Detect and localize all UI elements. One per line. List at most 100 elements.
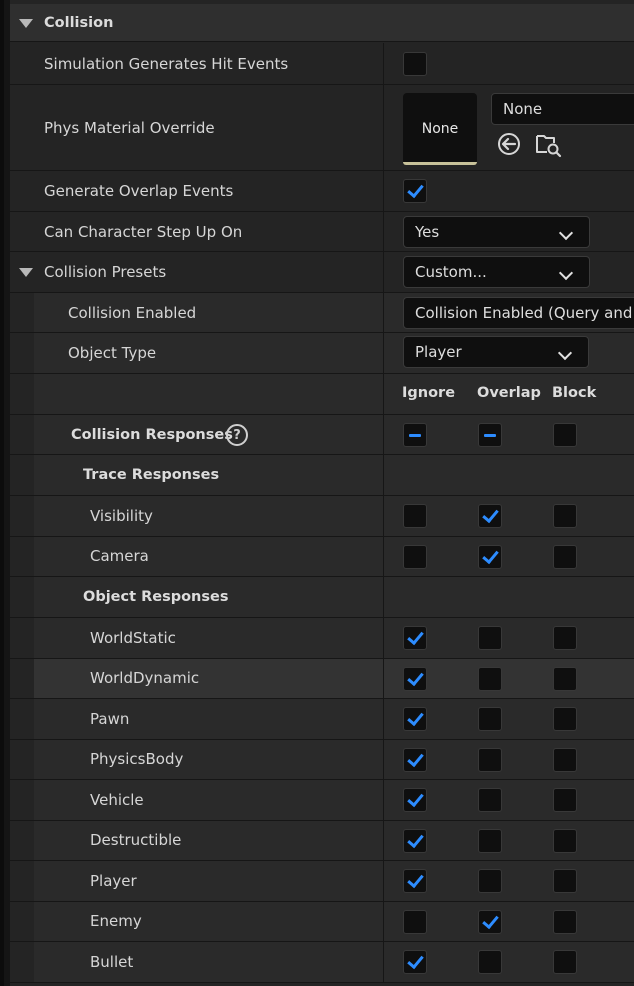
destructible-block-checkbox[interactable] bbox=[553, 828, 577, 853]
row-response-columns: Ignore Overlap Block bbox=[10, 374, 634, 415]
camera-block-checkbox[interactable] bbox=[553, 544, 577, 569]
use-selected-arrow-icon[interactable] bbox=[496, 131, 522, 157]
worlddynamic-overlap-checkbox[interactable] bbox=[478, 666, 502, 691]
worlddynamic-block-checkbox[interactable] bbox=[553, 666, 577, 691]
destructible-ignore-checkbox[interactable] bbox=[403, 828, 427, 853]
phys-material-label: Phys Material Override bbox=[44, 118, 215, 137]
response-row-physicsbody: PhysicsBody bbox=[10, 739, 634, 780]
response-row-worldstatic: WorldStatic bbox=[10, 618, 634, 659]
camera-overlap-checkbox[interactable] bbox=[478, 544, 502, 569]
bullet-block-checkbox[interactable] bbox=[553, 950, 577, 974]
browse-folder-icon[interactable] bbox=[534, 130, 562, 158]
trace-responses-label: Trace Responses bbox=[83, 467, 220, 483]
bullet-overlap-checkbox[interactable] bbox=[478, 950, 502, 974]
collision-category-header[interactable]: Collision bbox=[10, 4, 634, 42]
worldstatic-ignore-checkbox[interactable] bbox=[403, 626, 427, 650]
response-label: Player bbox=[90, 871, 137, 890]
all-overlap-checkbox[interactable] bbox=[478, 423, 502, 447]
vehicle-overlap-checkbox[interactable] bbox=[478, 788, 502, 812]
response-row-visibility: Visibility bbox=[10, 496, 634, 537]
enabled-label: Collision Enabled bbox=[68, 303, 197, 322]
row-collision-responses: Collision Responses ? bbox=[10, 415, 634, 455]
pawn-ignore-checkbox[interactable] bbox=[403, 707, 427, 731]
left-edge-strip bbox=[0, 0, 4, 986]
thumbnail-text: None bbox=[421, 121, 459, 137]
response-label: WorldDynamic bbox=[90, 669, 200, 688]
response-row-player: Player bbox=[10, 861, 634, 902]
camera-ignore-checkbox[interactable] bbox=[403, 544, 427, 569]
vehicle-block-checkbox[interactable] bbox=[553, 788, 577, 812]
material-asset-picker[interactable]: None bbox=[491, 93, 634, 125]
response-row-pawn: Pawn bbox=[10, 699, 634, 740]
response-row-destructible: Destructible bbox=[10, 820, 634, 861]
column-overlap: Overlap bbox=[477, 385, 541, 401]
response-row-bullet: Bullet bbox=[10, 942, 634, 983]
collapse-arrow-icon[interactable] bbox=[19, 19, 33, 28]
thumbnail-color-bar bbox=[403, 162, 477, 165]
step-up-label: Can Character Step Up On bbox=[44, 222, 243, 241]
chevron-down-icon bbox=[558, 265, 574, 281]
object-type-dropdown[interactable]: Player bbox=[403, 336, 589, 368]
overlap-checkbox[interactable] bbox=[403, 179, 427, 203]
response-label: PhysicsBody bbox=[90, 750, 184, 769]
response-label: Enemy bbox=[90, 912, 142, 931]
all-ignore-checkbox[interactable] bbox=[403, 423, 427, 447]
column-block: Block bbox=[552, 385, 597, 401]
step-up-dropdown[interactable]: Yes bbox=[403, 216, 590, 248]
visibility-overlap-checkbox[interactable] bbox=[478, 504, 502, 528]
visibility-block-checkbox[interactable] bbox=[553, 504, 577, 528]
response-label: Bullet bbox=[90, 952, 134, 971]
physicsbody-overlap-checkbox[interactable] bbox=[478, 747, 502, 772]
destructible-overlap-checkbox[interactable] bbox=[478, 828, 502, 853]
response-row-enemy: Enemy bbox=[10, 901, 634, 942]
sim-hit-label: Simulation Generates Hit Events bbox=[44, 54, 289, 73]
response-label: Pawn bbox=[90, 709, 130, 728]
enemy-overlap-checkbox[interactable] bbox=[478, 909, 502, 934]
worlddynamic-ignore-checkbox[interactable] bbox=[403, 666, 427, 691]
worldstatic-overlap-checkbox[interactable] bbox=[478, 626, 502, 650]
enemy-block-checkbox[interactable] bbox=[553, 909, 577, 934]
player-ignore-checkbox[interactable] bbox=[403, 869, 427, 893]
enabled-value: Collision Enabled (Query and Ph bbox=[415, 304, 634, 322]
object-type-value: Player bbox=[415, 343, 462, 361]
response-label: Visibility bbox=[90, 506, 153, 525]
physicsbody-block-checkbox[interactable] bbox=[553, 747, 577, 772]
response-label: Camera bbox=[90, 547, 149, 566]
sim-hit-checkbox[interactable] bbox=[403, 52, 427, 76]
row-step-up: Can Character Step Up On Yes bbox=[10, 212, 634, 252]
enemy-ignore-checkbox[interactable] bbox=[403, 909, 427, 934]
response-row-vehicle: Vehicle bbox=[10, 780, 634, 821]
details-panel: Collision Simulation Generates Hit Event… bbox=[10, 0, 634, 986]
presets-label: Collision Presets bbox=[44, 263, 167, 281]
vehicle-ignore-checkbox[interactable] bbox=[403, 788, 427, 812]
physicsbody-ignore-checkbox[interactable] bbox=[403, 747, 427, 772]
row-trace-responses: Trace Responses bbox=[10, 455, 634, 496]
all-block-checkbox[interactable] bbox=[553, 423, 577, 447]
response-label: WorldStatic bbox=[90, 628, 176, 647]
worldstatic-block-checkbox[interactable] bbox=[553, 626, 577, 650]
row-collision-presets[interactable]: Collision Presets Custom... bbox=[10, 252, 634, 293]
row-object-type: Object Type Player bbox=[10, 333, 634, 374]
presets-dropdown[interactable]: Custom... bbox=[403, 256, 590, 288]
row-overlap-events: Generate Overlap Events bbox=[10, 171, 634, 212]
visibility-ignore-checkbox[interactable] bbox=[403, 504, 427, 528]
collision-responses-label: Collision Responses bbox=[71, 426, 233, 443]
expand-arrow-icon[interactable] bbox=[19, 268, 33, 277]
row-object-responses: Object Responses bbox=[10, 577, 634, 618]
response-label: Vehicle bbox=[90, 790, 144, 809]
pawn-block-checkbox[interactable] bbox=[553, 707, 577, 731]
material-thumbnail[interactable]: None bbox=[403, 93, 477, 165]
collision-enabled-dropdown[interactable]: Collision Enabled (Query and Ph bbox=[403, 297, 634, 329]
chevron-down-icon bbox=[557, 345, 573, 361]
step-up-value: Yes bbox=[415, 223, 440, 241]
chevron-down-icon bbox=[558, 225, 574, 241]
help-icon[interactable]: ? bbox=[226, 424, 248, 446]
overlap-label: Generate Overlap Events bbox=[44, 182, 234, 200]
player-block-checkbox[interactable] bbox=[553, 869, 577, 893]
row-collision-enabled: Collision Enabled Collision Enabled (Que… bbox=[10, 293, 634, 333]
bullet-ignore-checkbox[interactable] bbox=[403, 950, 427, 974]
row-phys-material: Phys Material Override None None bbox=[10, 85, 634, 171]
pawn-overlap-checkbox[interactable] bbox=[478, 707, 502, 731]
response-row-camera: Camera bbox=[10, 536, 634, 577]
player-overlap-checkbox[interactable] bbox=[478, 869, 502, 893]
